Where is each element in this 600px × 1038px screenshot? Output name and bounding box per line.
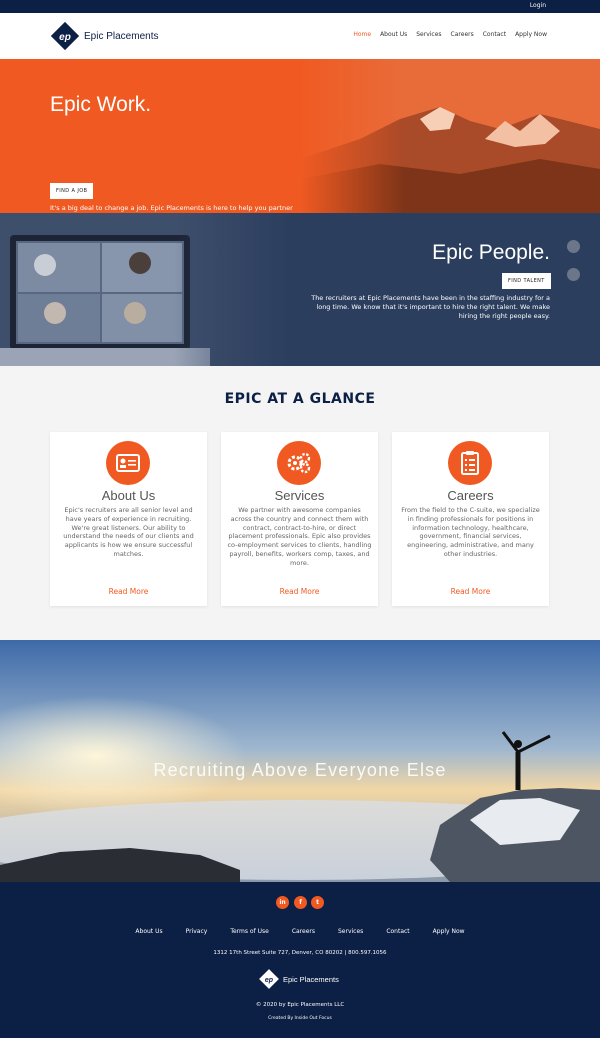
read-more-link[interactable]: Read More (221, 587, 378, 596)
nav-apply-now[interactable]: Apply Now (515, 31, 547, 38)
hero-work-text: It's a big deal to change a job. Epic Pl… (50, 204, 293, 213)
hero-work-title: Epic Work. (50, 93, 152, 116)
footer-logo-icon: ep (259, 969, 279, 989)
footer-logo-text: Epic Placements (283, 974, 339, 984)
hero-work: Epic Work. FIND A JOB It's a big deal to… (0, 59, 600, 213)
chat-icon[interactable] (567, 240, 580, 253)
services-card: Services We partner with awesome compani… (221, 432, 378, 606)
read-more-link[interactable]: Read More (392, 587, 549, 596)
linkedin-icon[interactable]: in (276, 896, 289, 909)
footer-nav-careers[interactable]: Careers (292, 928, 315, 935)
footer-nav: About Us Privacy Terms of Use Careers Se… (0, 928, 600, 935)
logo-icon: ep (50, 21, 80, 51)
site-header: ep Epic Placements Home About Us Service… (0, 13, 600, 59)
nav-about-us[interactable]: About Us (380, 31, 407, 38)
card-title: Services (274, 488, 325, 503)
footer-nav-contact[interactable]: Contact (386, 928, 409, 935)
nav-home[interactable]: Home (353, 31, 371, 38)
twitter-icon[interactable]: t (311, 896, 324, 909)
footer-address: 1312 17th Street Suite 727, Denver, CO 8… (213, 950, 387, 956)
find-a-job-button[interactable]: FIND A JOB (50, 183, 94, 199)
card-title: Careers (447, 488, 494, 503)
hero-people: Epic People. FIND TALENT The recruiters … (0, 213, 600, 366)
footer-nav-terms[interactable]: Terms of Use (230, 928, 268, 935)
footer-nav-about-us[interactable]: About Us (135, 928, 162, 935)
footer-nav-services[interactable]: Services (338, 928, 363, 935)
hero-people-text: The recruiters at Epic Placements have b… (311, 294, 550, 320)
copyright-text: © 2020 by Epic Placements LLC (255, 1002, 345, 1008)
svg-text:ep: ep (265, 977, 274, 984)
card-description: Epic's recruiters are all senior level a… (63, 506, 194, 558)
glance-section: EPIC AT A GLANCE About Us Epic's recruit… (0, 366, 600, 640)
banner-tagline: Recruiting Above Everyone Else (153, 760, 447, 780)
hero-people-title: Epic People. (432, 241, 550, 264)
nav-contact[interactable]: Contact (483, 31, 506, 38)
card-title: About Us (101, 488, 156, 503)
top-bar: Login (0, 0, 600, 13)
login-link[interactable]: Login (530, 2, 546, 9)
footer-logo[interactable]: ep Epic Placements (258, 968, 339, 990)
card-description: From the field to the C-suite, we specia… (401, 506, 540, 558)
card-description: We partner with awesome companies across… (227, 506, 372, 567)
nav-services[interactable]: Services (416, 31, 441, 38)
logo[interactable]: ep Epic Placements (50, 21, 158, 51)
read-more-link[interactable]: Read More (50, 587, 207, 596)
glance-title: EPIC AT A GLANCE (224, 391, 376, 407)
video-call-laptop-image (0, 213, 290, 366)
created-by-text[interactable]: Created By Inside Out Focus (0, 1016, 600, 1021)
id-card-icon (106, 441, 150, 485)
clipboard-icon (448, 441, 492, 485)
careers-card: Careers From the field to the C-suite, w… (392, 432, 549, 606)
facebook-icon[interactable]: f (294, 896, 307, 909)
logo-text: Epic Placements (84, 30, 159, 42)
svg-text:ep: ep (59, 32, 71, 43)
site-footer: in f t About Us Privacy Terms of Use Car… (0, 882, 600, 1038)
scroll-up-icon[interactable] (567, 268, 580, 281)
about-us-card: About Us Epic's recruiters are all senio… (50, 432, 207, 606)
gears-icon (277, 441, 321, 485)
mountain-image (300, 59, 600, 213)
nav-careers[interactable]: Careers (451, 31, 474, 38)
footer-nav-privacy[interactable]: Privacy (186, 928, 208, 935)
footer-nav-apply-now[interactable]: Apply Now (433, 928, 465, 935)
find-talent-button[interactable]: FIND TALENT (502, 273, 551, 289)
mountain-summit-banner: Recruiting Above Everyone Else (0, 640, 600, 882)
main-nav: Home About Us Services Careers Contact A… (353, 31, 547, 38)
